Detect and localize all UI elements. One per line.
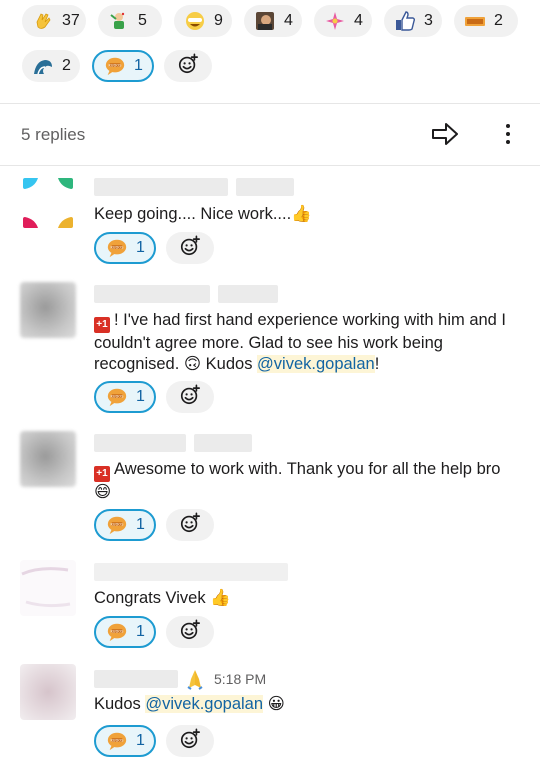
reaction-sparkle[interactable]: 4 [314,5,372,37]
replies-count: 5 replies [21,125,86,144]
reaction-count: 1 [136,388,145,405]
timestamp-redacted [218,285,278,303]
reaction-count: 1 [134,57,143,74]
message-text-part: 😀 [263,695,285,713]
add-reaction-button[interactable] [164,50,212,82]
reaction-count: 4 [354,12,363,29]
add-reaction-button[interactable] [166,232,214,264]
sparkle-emoji-icon [324,10,346,32]
reaction-count: 1 [136,516,145,533]
author-name-redacted [94,563,288,581]
plus-one-icon: +1 [94,466,110,482]
reaction-count: 1 [136,239,145,256]
reaction-count: 37 [62,12,80,29]
clap-emoji-icon [32,10,54,32]
kudos-emoji-icon [106,514,128,536]
reaction-photo[interactable]: 4 [244,5,302,37]
reaction-count: 2 [62,57,71,74]
reaction-count: 1 [136,732,145,749]
reaction-clap[interactable]: 37 [22,5,86,37]
add-reaction-icon [177,53,199,80]
add-reaction-button[interactable] [166,616,214,648]
message-text: Kudos @vivek.gopalan 😀 [94,694,514,715]
reaction-kudos[interactable]: 1 [94,509,156,541]
reaction-kudos[interactable]: 1 [94,381,156,413]
author-name-redacted [94,285,210,303]
user-mention[interactable]: @vivek.gopalan [257,355,375,373]
add-reaction-icon [179,235,201,262]
ticket-emoji-icon [464,10,486,32]
author-name-redacted [94,434,186,452]
avatar [20,431,76,487]
add-reaction-icon [179,384,201,411]
add-reaction-icon [179,512,201,539]
message-timestamp: 5:18 PM [214,671,267,687]
reaction-count: 9 [214,12,223,29]
message-text: +1 Awesome to work with. Thank you for al… [94,459,514,503]
wave-emoji-icon [32,55,54,77]
reaction-kudos[interactable]: 1 [94,232,156,264]
reaction-kudos[interactable]: 1 [94,616,156,648]
author-name-redacted [94,178,228,196]
reaction-ticket[interactable]: 2 [454,5,518,37]
happy-face-emoji-icon [184,10,206,32]
kudos-emoji-icon [106,386,128,408]
kudos-emoji-icon [106,621,128,643]
reaction-count: 3 [424,12,433,29]
thumbs-up-emoji-icon [394,10,416,32]
user-mention[interactable]: @vivek.gopalan [145,695,264,713]
reaction-kudos[interactable]: 1 [94,725,156,757]
message-text-part: ! [374,355,380,373]
timestamp-redacted [236,178,294,196]
avatar [20,282,76,338]
add-reaction-button[interactable] [166,509,214,541]
author-name-redacted [94,670,178,688]
add-reaction-button[interactable] [166,725,214,757]
reaction-count: 4 [284,12,293,29]
avatar [20,560,76,616]
message-text-part: Awesome to work with. Thank you for all … [94,460,501,501]
message-text-part: Kudos [94,695,146,713]
photo-emoji-icon [254,10,276,32]
message-text: Keep going.... Nice work....👍 [94,205,312,223]
kudos-emoji-icon [106,730,128,752]
kudos-emoji-icon [104,55,126,77]
divider [0,165,540,166]
reaction-thumbs-up[interactable]: 3 [384,5,442,37]
reaction-kudos[interactable]: 1 [92,50,154,82]
message-text: Congrats Vivek 👍 [94,589,231,607]
avatar [20,664,76,720]
kudos-emoji-icon [106,237,128,259]
message-text: +1! I've had first hand experience worki… [94,310,514,375]
add-reaction-icon [179,728,201,755]
add-reaction-button[interactable] [166,381,214,413]
reaction-party-person[interactable]: 5 [98,5,162,37]
add-reaction-icon [179,619,201,646]
reaction-count: 5 [138,12,147,29]
avatar [20,175,76,231]
party-person-emoji-icon [108,10,130,32]
reaction-count: 1 [136,623,145,640]
thread-header: 5 replies [0,104,540,164]
reaction-count: 2 [494,12,503,29]
share-icon[interactable] [430,121,460,152]
more-options-icon[interactable] [500,121,516,152]
reaction-happy-face[interactable]: 9 [174,5,232,37]
timestamp-redacted [194,434,252,452]
folded-hands-emoji-icon [184,668,206,695]
reaction-wave[interactable]: 2 [22,50,80,82]
plus-one-icon: +1 [94,317,110,333]
